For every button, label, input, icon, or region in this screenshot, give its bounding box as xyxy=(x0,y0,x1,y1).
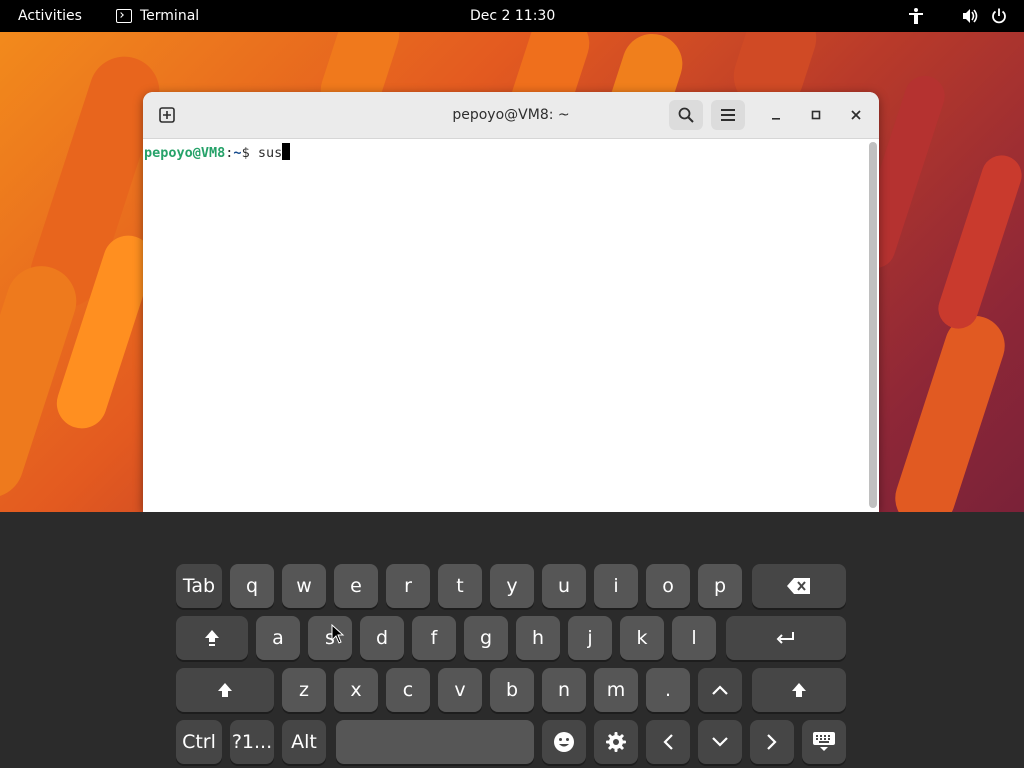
key-e[interactable]: e xyxy=(334,564,378,608)
app-menu-label: Terminal xyxy=(140,8,200,24)
key-l[interactable]: l xyxy=(672,616,716,660)
key-alt[interactable]: Alt xyxy=(282,720,326,764)
on-screen-keyboard: Tab q w e r t y u i o p a s d f g h j k … xyxy=(0,512,1024,768)
key-d[interactable]: d xyxy=(360,616,404,660)
key-z[interactable]: z xyxy=(282,668,326,712)
shift-icon xyxy=(218,683,232,697)
key-m[interactable]: m xyxy=(594,668,638,712)
backspace-icon xyxy=(787,578,810,594)
key-up[interactable] xyxy=(698,668,742,712)
key-backspace[interactable] xyxy=(752,564,846,608)
terminal-output[interactable]: pepoyo@VM8:~$ sus xyxy=(143,139,865,512)
minimize-button[interactable] xyxy=(765,104,787,126)
hamburger-icon xyxy=(721,109,735,121)
key-symbols[interactable]: ?1... xyxy=(230,720,274,764)
app-menu-button[interactable]: Terminal xyxy=(116,0,199,32)
key-q[interactable]: q xyxy=(230,564,274,608)
key-space[interactable] xyxy=(336,720,534,764)
prompt-line: pepoyo@VM8:~$ sus xyxy=(144,143,291,161)
key-k[interactable]: k xyxy=(620,616,664,660)
key-b[interactable]: b xyxy=(490,668,534,712)
chevron-down-icon xyxy=(712,737,728,747)
maximize-button[interactable] xyxy=(805,104,827,126)
chevron-right-icon xyxy=(767,734,777,750)
gear-icon xyxy=(606,732,626,752)
chevron-up-icon xyxy=(712,685,728,695)
clock[interactable]: Dec 2 11:30 xyxy=(470,0,555,32)
keyboard-hide-icon xyxy=(813,732,835,751)
prompt-user: pepoyo@VM8 xyxy=(144,145,226,161)
search-icon xyxy=(678,107,694,123)
enter-icon xyxy=(776,632,794,644)
key-shift-right[interactable] xyxy=(752,668,846,712)
activities-button[interactable]: Activities xyxy=(18,0,82,32)
key-shift-left[interactable] xyxy=(176,616,248,660)
key-g[interactable]: g xyxy=(464,616,508,660)
key-h[interactable]: h xyxy=(516,616,560,660)
key-tab[interactable]: Tab xyxy=(176,564,222,608)
top-bar: Activities Terminal Dec 2 11:30 xyxy=(0,0,1024,32)
key-period[interactable]: . xyxy=(646,668,690,712)
key-s[interactable]: s xyxy=(308,616,352,660)
key-left[interactable] xyxy=(646,720,690,764)
typed-command: sus xyxy=(257,145,283,161)
key-w[interactable]: w xyxy=(282,564,326,608)
shift-icon xyxy=(205,630,219,646)
key-settings[interactable] xyxy=(594,720,638,764)
terminal-window[interactable]: pepoyo@VM8: ~ pepoyo@VM8:~$ sus xyxy=(143,92,879,512)
key-r[interactable]: r xyxy=(386,564,430,608)
close-button[interactable] xyxy=(845,104,867,126)
key-n[interactable]: n xyxy=(542,668,586,712)
accessibility-icon[interactable] xyxy=(907,7,925,25)
key-p[interactable]: p xyxy=(698,564,742,608)
mouse-pointer-icon xyxy=(331,624,345,644)
close-icon xyxy=(851,110,861,120)
text-cursor xyxy=(282,143,291,160)
key-a[interactable]: a xyxy=(256,616,300,660)
prompt-path: ~ xyxy=(233,145,242,161)
key-enter[interactable] xyxy=(726,616,846,660)
key-right[interactable] xyxy=(750,720,794,764)
terminal-icon xyxy=(116,9,132,23)
prompt-symbol: $ xyxy=(241,145,258,161)
key-y[interactable]: y xyxy=(490,564,534,608)
key-v[interactable]: v xyxy=(438,668,482,712)
minimize-icon xyxy=(772,118,780,120)
key-emoji[interactable] xyxy=(542,720,586,764)
power-icon[interactable] xyxy=(990,7,1008,25)
volume-icon[interactable] xyxy=(961,7,979,25)
key-t[interactable]: t xyxy=(438,564,482,608)
key-o[interactable]: o xyxy=(646,564,690,608)
chevron-left-icon xyxy=(663,734,673,750)
maximize-icon xyxy=(811,110,821,120)
key-down[interactable] xyxy=(698,720,742,764)
key-j[interactable]: j xyxy=(568,616,612,660)
key-c[interactable]: c xyxy=(386,668,430,712)
shift-icon xyxy=(792,683,806,697)
key-u[interactable]: u xyxy=(542,564,586,608)
scrollbar[interactable] xyxy=(869,142,877,508)
key-shift-left-2[interactable] xyxy=(176,668,274,712)
key-ctrl[interactable]: Ctrl xyxy=(176,720,222,764)
emoji-icon xyxy=(554,732,574,752)
key-x[interactable]: x xyxy=(334,668,378,712)
key-hide-keyboard[interactable] xyxy=(802,720,846,764)
key-i[interactable]: i xyxy=(594,564,638,608)
search-button[interactable] xyxy=(669,100,703,130)
key-f[interactable]: f xyxy=(412,616,456,660)
menu-button[interactable] xyxy=(711,100,745,130)
window-header[interactable]: pepoyo@VM8: ~ xyxy=(143,92,879,139)
